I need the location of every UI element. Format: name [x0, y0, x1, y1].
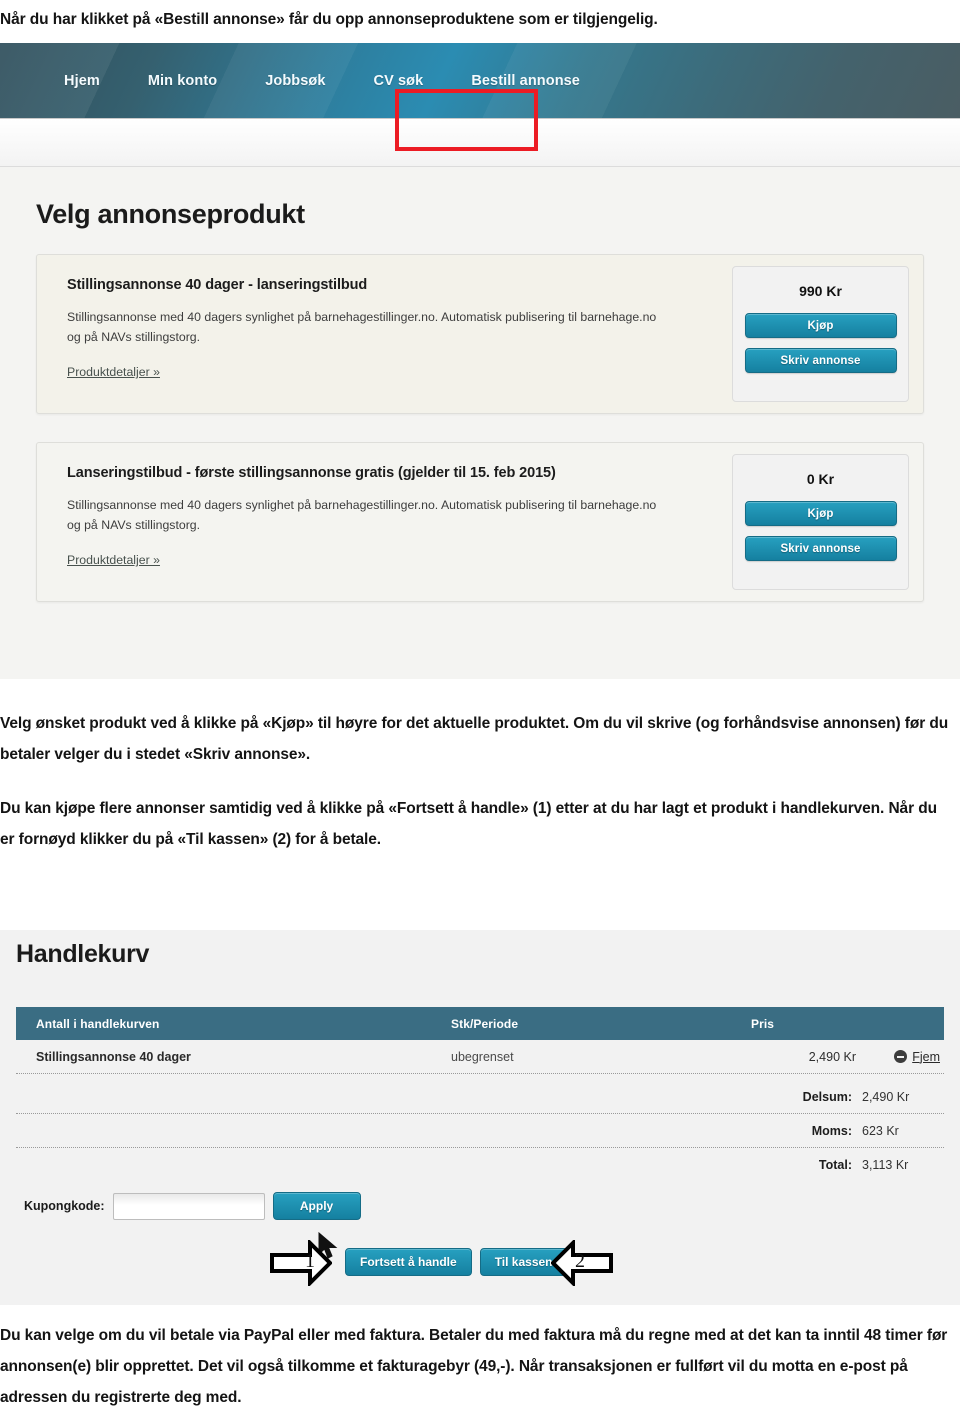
coupon-input[interactable]	[112, 1192, 265, 1220]
product-card-main: Stillingsannonse 40 dager - lanseringsti…	[37, 255, 727, 381]
cart-item-name: Stillingsannonse 40 dager	[36, 1049, 191, 1064]
cart-table-header: Antall i handlekurven Stk/Periode Pris	[16, 1007, 944, 1040]
column-header-price: Pris	[751, 1016, 775, 1031]
write-ad-button[interactable]: Skriv annonse	[744, 536, 897, 561]
paragraph-choose-product: Velg ønsket produkt ved å klikke på «Kjø…	[0, 715, 949, 763]
product-details-link[interactable]: Produktdetaljer »	[67, 553, 160, 567]
product-card: Stillingsannonse 40 dager - lanseringsti…	[36, 254, 924, 414]
product-title: Lanseringstilbud - første stillingsannon…	[67, 465, 556, 481]
total-row-vat: Moms: 623 Kr	[16, 1114, 944, 1148]
product-title: Stillingsannonse 40 dager - lanseringsti…	[67, 277, 368, 293]
product-purchase-panel: 0 Kr Kjøp Skriv annonse	[732, 454, 909, 590]
cart-totals: Delsum: 2,490 Kr Moms: 623 Kr Total: 3,1…	[16, 1080, 944, 1182]
product-card-main: Lanseringstilbud - første stillingsannon…	[37, 443, 727, 569]
annotation-highlight-box-bestill-annonse	[395, 89, 538, 151]
coupon-row: Kupongkode: Apply	[24, 1192, 361, 1220]
product-price: 990 Kr	[799, 283, 842, 299]
product-purchase-panel: 990 Kr Kjøp Skriv annonse	[732, 266, 909, 402]
table-row: Stillingsannonse 40 dager ubegrenset 2,4…	[16, 1040, 944, 1074]
total-row-subtotal: Delsum: 2,490 Kr	[16, 1080, 944, 1114]
annotation-arrow-right-1	[270, 1240, 332, 1286]
cart-table: Antall i handlekurven Stk/Periode Pris S…	[16, 1007, 944, 1074]
vat-value: 623 Kr	[862, 1123, 899, 1138]
buy-button[interactable]: Kjøp	[744, 313, 897, 338]
cart-title: Handlekurv	[16, 940, 150, 968]
nav-item-jobbsok[interactable]: Jobbsøk	[241, 43, 349, 119]
minus-circle-icon	[894, 1050, 908, 1063]
column-header-quantity: Stk/Periode	[451, 1016, 519, 1031]
nav-item-min-konto[interactable]: Min konto	[124, 43, 241, 119]
annotation-number-2: 2	[575, 1250, 585, 1272]
intro-paragraph: Når du har klikket på «Bestill annonse» …	[0, 11, 658, 28]
cart-item-remove[interactable]: Fjem	[856, 1050, 944, 1064]
paragraph-cart-instructions: Du kan kjøpe flere annonser samtidig ved…	[0, 800, 937, 848]
nav-item-hjem[interactable]: Hjem	[40, 43, 124, 119]
total-row-total: Total: 3,113 Kr	[16, 1148, 944, 1182]
cart-item-price: 2,490 Kr	[808, 1049, 856, 1064]
total-label: Total:	[818, 1158, 852, 1172]
subtotal-label: Delsum:	[802, 1089, 852, 1104]
remove-label: Fjem	[912, 1049, 940, 1064]
shopping-cart-screenshot: Handlekurv Antall i handlekurven Stk/Per…	[0, 930, 960, 1305]
total-value: 3,113 Kr	[862, 1158, 909, 1172]
cart-action-buttons: Fortsett å handle Til kassen	[345, 1248, 568, 1276]
product-page-body: Velg annonseprodukt Stillingsannonse 40 …	[0, 199, 960, 602]
apply-coupon-button[interactable]: Apply	[272, 1192, 361, 1220]
subtotal-value: 2,490 Kr	[862, 1089, 910, 1104]
continue-shopping-button[interactable]: Fortsett å handle	[345, 1248, 472, 1276]
annotation-number-1: 1	[305, 1250, 315, 1272]
page-title: Velg annonseprodukt	[36, 199, 305, 229]
product-details-link[interactable]: Produktdetaljer »	[67, 365, 160, 379]
write-ad-button[interactable]: Skriv annonse	[744, 348, 897, 373]
paragraph-payment-info: Du kan velge om du vil betale via PayPal…	[0, 1327, 948, 1406]
product-description: Stillingsannonse med 40 dagers synlighet…	[67, 310, 657, 344]
coupon-label: Kupongkode:	[24, 1199, 105, 1213]
column-header-name: Antall i handlekurven	[36, 1016, 160, 1031]
product-card: Lanseringstilbud - første stillingsannon…	[36, 442, 924, 602]
vat-label: Moms:	[811, 1123, 852, 1138]
product-description: Stillingsannonse med 40 dagers synlighet…	[67, 498, 657, 532]
cart-item-quantity: ubegrenset	[451, 1049, 514, 1064]
product-selection-screenshot: Hjem Min konto Jobbsøk CV søk Bestill an…	[0, 43, 960, 679]
product-price: 0 Kr	[806, 471, 835, 487]
buy-button[interactable]: Kjøp	[744, 501, 897, 526]
